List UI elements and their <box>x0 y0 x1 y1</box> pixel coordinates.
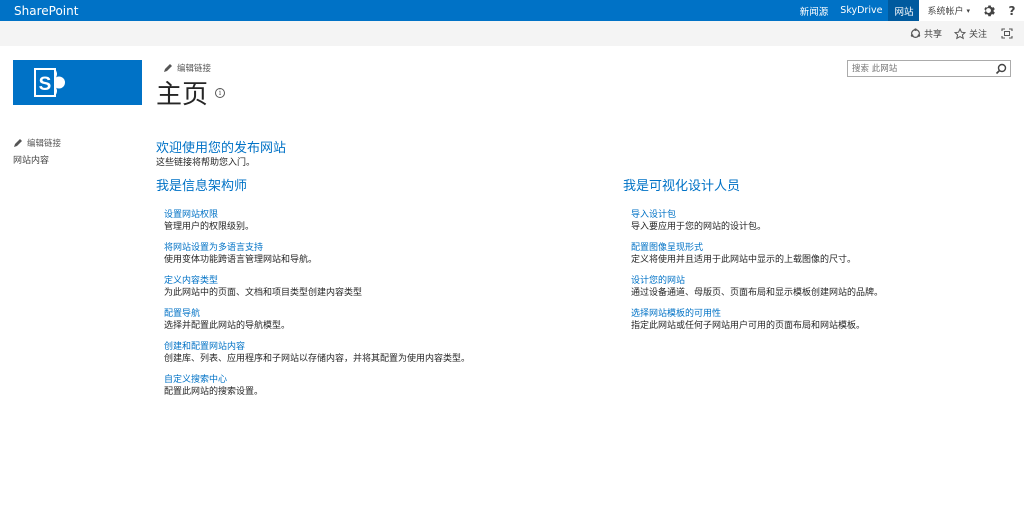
focus-on-content-button[interactable] <box>1001 28 1016 39</box>
info-icon[interactable]: i <box>215 88 225 98</box>
section-heading-designer: 我是可视化设计人员 <box>623 179 741 194</box>
link-search-center[interactable]: 自定义搜索中心 <box>164 374 470 386</box>
list-item: 设计您的网站 通过设备通道、母版页、页面布局和显示模板创建网站的品牌。 <box>631 275 883 308</box>
list-item: 将网站设置为多语言支持 使用变体功能跨语言管理网站和导航。 <box>164 242 470 275</box>
suite-link-skydrive[interactable]: SkyDrive <box>834 0 888 21</box>
edit-links-leftnav[interactable]: 编辑链接 <box>13 137 61 149</box>
left-nav: 编辑链接 网站内容 <box>13 137 61 166</box>
search-icon[interactable] <box>995 63 1007 75</box>
site-logo[interactable]: S <box>13 60 142 105</box>
list-item: 设置网站权限 管理用户的权限级别。 <box>164 209 470 242</box>
page-title: 主页 <box>156 80 209 110</box>
section-heading-architect: 我是信息架构师 <box>156 179 248 194</box>
list-item: 自定义搜索中心 配置此网站的搜索设置。 <box>164 374 470 407</box>
list-item: 创建和配置网站内容 创建库、列表、应用程序和子网站以存储内容，并将其配置为使用内… <box>164 341 470 374</box>
link-description: 定义将使用并且适用于此网站中显示的上载图像的尺寸。 <box>631 255 857 265</box>
link-multilingual[interactable]: 将网站设置为多语言支持 <box>164 242 470 254</box>
architect-links: 设置网站权限 管理用户的权限级别。 将网站设置为多语言支持 使用变体功能跨语言管… <box>164 209 470 407</box>
link-description: 通过设备通道、母版页、页面布局和显示模板创建网站的品牌。 <box>631 288 884 298</box>
link-description: 指定此网站或任何子网站用户可用的页面布局和网站模板。 <box>631 321 866 331</box>
nav-item-site-contents[interactable]: 网站内容 <box>13 153 61 166</box>
suite-link-newsfeed[interactable]: 新闻源 <box>794 0 835 21</box>
help-icon[interactable]: ? <box>1000 0 1024 21</box>
follow-button[interactable]: 关注 <box>953 27 987 40</box>
focus-icon <box>1001 28 1013 39</box>
list-item: 选择网站模板的可用性 指定此网站或任何子网站用户可用的页面布局和网站模板。 <box>631 308 883 341</box>
link-description: 配置此网站的搜索设置。 <box>164 387 264 397</box>
sharepoint-brand[interactable]: SharePoint <box>0 4 78 18</box>
link-description: 选择并配置此网站的导航模型。 <box>164 321 291 331</box>
suite-link-sites[interactable]: 网站 <box>888 0 920 21</box>
welcome-title: 欢迎使用您的发布网站 <box>156 141 287 156</box>
link-description: 使用变体功能跨语言管理网站和导航。 <box>164 255 318 265</box>
suite-bar: SharePoint 新闻源 SkyDrive 网站 系统帐户 ▾ ? <box>0 0 1024 21</box>
sharepoint-logo-icon: S <box>34 68 65 97</box>
list-item: 定义内容类型 为此网站中的页面、文档和项目类型创建内容类型 <box>164 275 470 308</box>
share-button[interactable]: 共享 <box>910 27 942 40</box>
share-label: 共享 <box>923 30 942 40</box>
user-menu[interactable]: 系统帐户 ▾ <box>919 0 976 21</box>
link-description: 导入要应用于您的网站的设计包。 <box>631 222 767 232</box>
link-import-design-package[interactable]: 导入设计包 <box>631 209 883 221</box>
chevron-down-icon: ▾ <box>966 6 970 15</box>
welcome-subtitle: 这些链接将帮助您入门。 <box>156 158 256 168</box>
edit-links-header[interactable]: 编辑链接 <box>163 62 211 74</box>
share-icon <box>910 28 921 38</box>
link-configure-navigation[interactable]: 配置导航 <box>164 308 470 320</box>
follow-label: 关注 <box>968 30 987 40</box>
suite-bar-right: 新闻源 SkyDrive 网站 系统帐户 ▾ ? <box>794 0 1024 21</box>
ribbon-actions: 共享 关注 <box>898 21 1016 46</box>
designer-links: 导入设计包 导入要应用于您的网站的设计包。 配置图像呈现形式 定义将使用并且适用… <box>631 209 883 341</box>
star-icon <box>953 27 966 39</box>
link-description: 管理用户的权限级别。 <box>164 222 255 232</box>
link-template-availability[interactable]: 选择网站模板的可用性 <box>631 308 883 320</box>
list-item: 配置导航 选择并配置此网站的导航模型。 <box>164 308 470 341</box>
search-input[interactable] <box>848 61 988 76</box>
link-image-renditions[interactable]: 配置图像呈现形式 <box>631 242 883 254</box>
gear-icon[interactable] <box>976 0 1000 21</box>
link-content-types[interactable]: 定义内容类型 <box>164 275 470 287</box>
edit-links-label: 编辑链接 <box>27 139 62 149</box>
link-site-content[interactable]: 创建和配置网站内容 <box>164 341 470 353</box>
link-set-permissions[interactable]: 设置网站权限 <box>164 209 470 221</box>
pencil-icon <box>14 139 22 147</box>
list-item: 配置图像呈现形式 定义将使用并且适用于此网站中显示的上载图像的尺寸。 <box>631 242 883 275</box>
edit-links-label: 编辑链接 <box>177 64 212 74</box>
link-design-site[interactable]: 设计您的网站 <box>631 275 883 287</box>
svg-text:S: S <box>39 74 52 95</box>
list-item: 导入设计包 导入要应用于您的网站的设计包。 <box>631 209 883 242</box>
user-name: 系统帐户 <box>927 7 964 17</box>
ribbon: 共享 关注 <box>0 21 1024 46</box>
pencil-icon <box>164 64 172 72</box>
link-description: 为此网站中的页面、文档和项目类型创建内容类型 <box>164 288 363 298</box>
link-description: 创建库、列表、应用程序和子网站以存储内容，并将其配置为使用内容类型。 <box>164 354 471 364</box>
search-box <box>847 60 1011 77</box>
